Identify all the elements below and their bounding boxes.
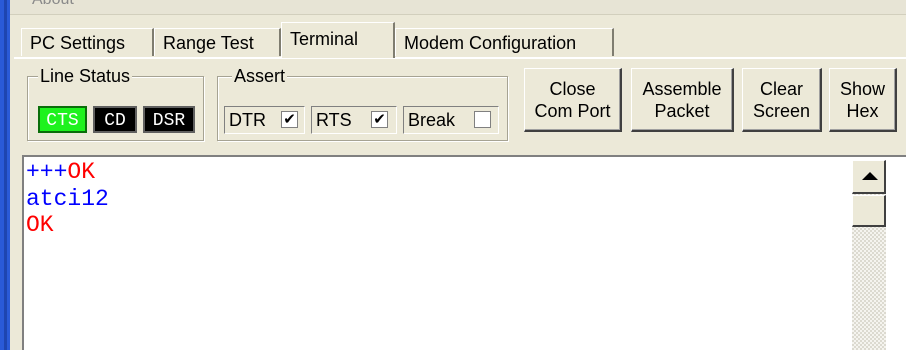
window-title-strip: About [10,0,906,15]
dsr-indicator: DSR [143,106,195,133]
tab-terminal[interactable]: Terminal [281,22,395,58]
tab-label: Range Test [163,33,254,53]
terminal-line: +++OK [26,160,95,185]
line-status-label: Line Status [38,66,133,86]
terminal-line: atci12 [26,187,109,212]
rts-checkbox-control[interactable]: RTS ✔ [311,106,397,134]
dtr-checkbox-control[interactable]: DTR ✔ [224,106,305,134]
assemble-packet-button[interactable]: Assemble Packet [631,68,734,132]
tab-panel-border [14,57,906,59]
show-hex-button[interactable]: Show Hex [829,68,897,132]
break-checkbox[interactable] [474,111,491,128]
cts-indicator: CTS [38,106,87,133]
rts-label: RTS [316,110,352,130]
dtr-checkbox[interactable]: ✔ [281,111,298,128]
assert-group: Assert DTR ✔ RTS ✔ Break [217,66,508,141]
scroll-up-button[interactable] [852,160,886,194]
arrow-up-icon [862,172,878,180]
scrollbar-thumb[interactable] [852,195,886,227]
break-label: Break [408,110,456,130]
tab-label: Terminal [290,29,359,49]
terminal-text-received: OK [26,212,54,238]
cd-indicator: CD [93,106,137,133]
assert-label: Assert [232,66,288,86]
tab-pc-settings[interactable]: PC Settings [21,28,154,56]
close-com-port-button[interactable]: Close Com Port [524,68,622,132]
terminal-text-sent: +++ [26,159,68,185]
break-checkbox-control[interactable]: Break [403,106,499,134]
tab-label: PC Settings [30,33,126,53]
terminal-scrollbar[interactable] [852,160,886,350]
rts-checkbox[interactable]: ✔ [371,111,388,128]
tab-range-test[interactable]: Range Test [154,28,281,56]
tab-modem-configuration[interactable]: Modem Configuration [395,28,614,56]
terminal-line: OK [26,213,54,238]
terminal-output[interactable]: +++OK atci12 OK [22,155,906,350]
window-title: About [32,0,74,9]
clear-screen-button[interactable]: Clear Screen [742,68,822,132]
terminal-text-received: OK [67,159,96,185]
line-status-group: Line Status CTS CD DSR [27,66,204,141]
window-left-border [0,0,10,350]
terminal-text-sent: atci12 [26,186,109,212]
tab-label: Modem Configuration [404,33,577,53]
dtr-label: DTR [229,110,266,130]
